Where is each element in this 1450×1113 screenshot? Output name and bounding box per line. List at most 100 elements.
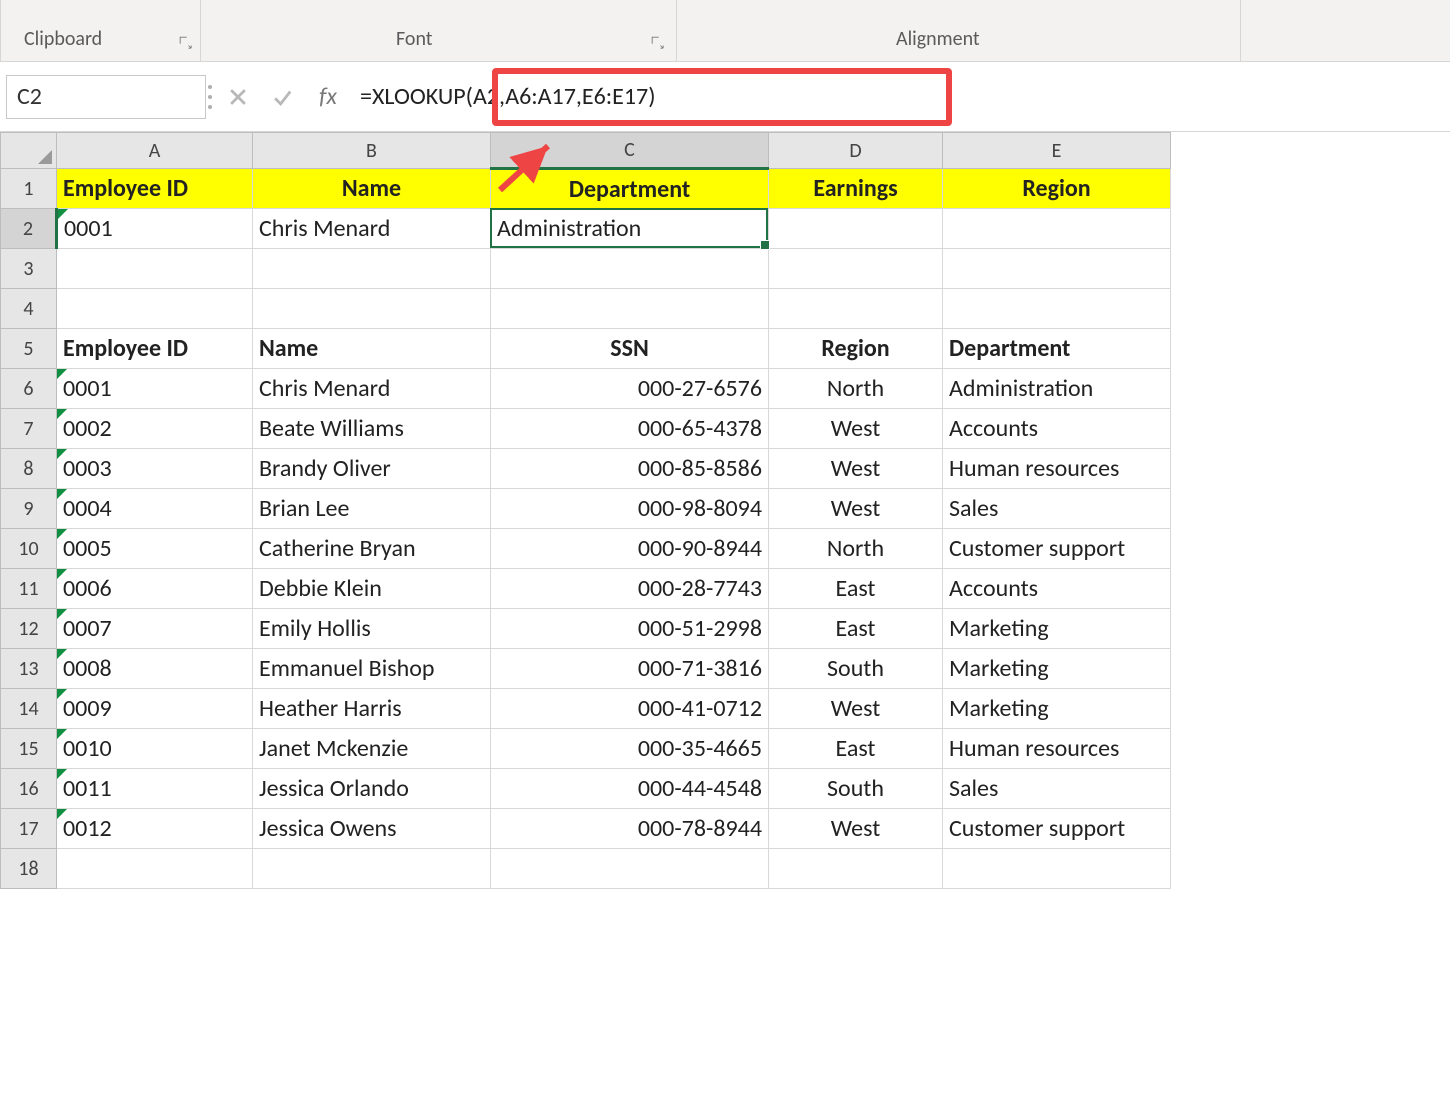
row-header[interactable]: 7 (1, 409, 57, 449)
cell-B12[interactable]: Emily Hollis (253, 609, 491, 649)
cell-A5[interactable]: Employee ID (57, 329, 253, 369)
cell-B5[interactable]: Name (253, 329, 491, 369)
cell-B2[interactable]: Chris Menard (253, 209, 491, 249)
cell-B9[interactable]: Brian Lee (253, 489, 491, 529)
cell-D6[interactable]: North (769, 369, 943, 409)
cell-D18[interactable] (769, 849, 943, 889)
col-header-E[interactable]: E (943, 133, 1171, 169)
cell-C10[interactable]: 000-90-8944 (491, 529, 769, 569)
cell-B15[interactable]: Janet Mckenzie (253, 729, 491, 769)
cell-C7[interactable]: 000-65-4378 (491, 409, 769, 449)
cell-A11[interactable]: 0006 (57, 569, 253, 609)
row-header[interactable]: 5 (1, 329, 57, 369)
row-header[interactable]: 11 (1, 569, 57, 609)
cell-E10[interactable]: Customer support (943, 529, 1171, 569)
cell-C12[interactable]: 000-51-2998 (491, 609, 769, 649)
cell-C15[interactable]: 000-35-4665 (491, 729, 769, 769)
cell-C11[interactable]: 000-28-7743 (491, 569, 769, 609)
cell-A18[interactable] (57, 849, 253, 889)
cell-A15[interactable]: 0010 (57, 729, 253, 769)
cell-C16[interactable]: 000-44-4548 (491, 769, 769, 809)
row-header[interactable]: 2 (1, 209, 57, 249)
font-dialog-launcher-icon[interactable] (650, 35, 664, 49)
cell-E15[interactable]: Human resources (943, 729, 1171, 769)
row-header[interactable]: 1 (1, 169, 57, 209)
cell-D8[interactable]: West (769, 449, 943, 489)
clipboard-dialog-launcher-icon[interactable] (178, 35, 192, 49)
cell-A13[interactable]: 0008 (57, 649, 253, 689)
cell-E3[interactable] (943, 249, 1171, 289)
cell-E13[interactable]: Marketing (943, 649, 1171, 689)
cell-A6[interactable]: 0001 (57, 369, 253, 409)
cell-C3[interactable] (491, 249, 769, 289)
cell-A10[interactable]: 0005 (57, 529, 253, 569)
row-header[interactable]: 16 (1, 769, 57, 809)
cell-B7[interactable]: Beate Williams (253, 409, 491, 449)
row-header[interactable]: 17 (1, 809, 57, 849)
cell-D13[interactable]: South (769, 649, 943, 689)
cell-D7[interactable]: West (769, 409, 943, 449)
cell-E8[interactable]: Human resources (943, 449, 1171, 489)
cell-E4[interactable] (943, 289, 1171, 329)
cell-E5[interactable]: Department (943, 329, 1171, 369)
cell-B14[interactable]: Heather Harris (253, 689, 491, 729)
cell-E18[interactable] (943, 849, 1171, 889)
cell-A12[interactable]: 0007 (57, 609, 253, 649)
row-header[interactable]: 18 (1, 849, 57, 889)
cell-E11[interactable]: Accounts (943, 569, 1171, 609)
cell-B4[interactable] (253, 289, 491, 329)
cell-E2[interactable] (943, 209, 1171, 249)
row-header[interactable]: 12 (1, 609, 57, 649)
cell-C1[interactable]: Department (491, 169, 769, 209)
cell-C17[interactable]: 000-78-8944 (491, 809, 769, 849)
row-header[interactable]: 6 (1, 369, 57, 409)
cell-A16[interactable]: 0011 (57, 769, 253, 809)
cell-C8[interactable]: 000-85-8586 (491, 449, 769, 489)
formula-input[interactable] (352, 81, 1450, 112)
cell-C14[interactable]: 000-41-0712 (491, 689, 769, 729)
cell-B1[interactable]: Name (253, 169, 491, 209)
row-header[interactable]: 14 (1, 689, 57, 729)
cell-D10[interactable]: North (769, 529, 943, 569)
insert-function-button[interactable]: fx (304, 82, 352, 111)
select-all-corner[interactable] (1, 133, 57, 169)
row-header[interactable]: 3 (1, 249, 57, 289)
cell-A1[interactable]: Employee ID (57, 169, 253, 209)
cell-C2[interactable]: Administration (491, 209, 769, 249)
cell-B3[interactable] (253, 249, 491, 289)
cell-B17[interactable]: Jessica Owens (253, 809, 491, 849)
cell-E16[interactable]: Sales (943, 769, 1171, 809)
cell-B18[interactable] (253, 849, 491, 889)
cell-D5[interactable]: Region (769, 329, 943, 369)
col-header-A[interactable]: A (57, 133, 253, 169)
cell-D3[interactable] (769, 249, 943, 289)
cell-D11[interactable]: East (769, 569, 943, 609)
cell-B16[interactable]: Jessica Orlando (253, 769, 491, 809)
cell-D4[interactable] (769, 289, 943, 329)
col-header-D[interactable]: D (769, 133, 943, 169)
cell-C5[interactable]: SSN (491, 329, 769, 369)
cell-E12[interactable]: Marketing (943, 609, 1171, 649)
cell-A8[interactable]: 0003 (57, 449, 253, 489)
cell-B11[interactable]: Debbie Klein (253, 569, 491, 609)
cell-D15[interactable]: East (769, 729, 943, 769)
cell-E1[interactable]: Region (943, 169, 1171, 209)
cell-A2[interactable]: 0001 (57, 209, 253, 249)
cell-E6[interactable]: Administration (943, 369, 1171, 409)
row-header[interactable]: 8 (1, 449, 57, 489)
row-header[interactable]: 10 (1, 529, 57, 569)
cell-A9[interactable]: 0004 (57, 489, 253, 529)
cell-B13[interactable]: Emmanuel Bishop (253, 649, 491, 689)
row-header[interactable]: 4 (1, 289, 57, 329)
cell-C6[interactable]: 000-27-6576 (491, 369, 769, 409)
cell-D14[interactable]: West (769, 689, 943, 729)
col-header-B[interactable]: B (253, 133, 491, 169)
cell-E14[interactable]: Marketing (943, 689, 1171, 729)
row-header[interactable]: 9 (1, 489, 57, 529)
cell-E7[interactable]: Accounts (943, 409, 1171, 449)
cell-D1[interactable]: Earnings (769, 169, 943, 209)
cell-B8[interactable]: Brandy Oliver (253, 449, 491, 489)
cell-A7[interactable]: 0002 (57, 409, 253, 449)
row-header[interactable]: 13 (1, 649, 57, 689)
formula-bar-grip[interactable] (206, 75, 216, 119)
